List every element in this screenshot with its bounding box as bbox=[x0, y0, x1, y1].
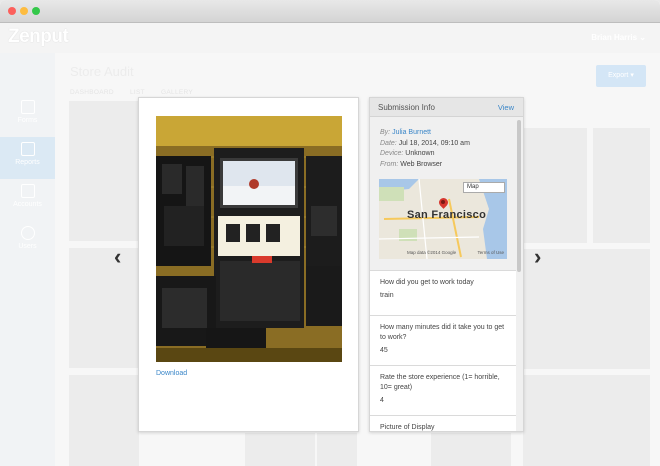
download-link[interactable]: Download bbox=[156, 370, 187, 377]
info-title: Submission Info bbox=[378, 103, 435, 112]
map-attribution: Map data ©2014 Google bbox=[407, 250, 457, 255]
gallery-thumbnail[interactable] bbox=[317, 433, 357, 466]
zoom-window-button[interactable] bbox=[32, 7, 40, 15]
by-label: By: bbox=[380, 129, 391, 136]
from-label: From: bbox=[380, 160, 399, 168]
sidebar-item-reports[interactable]: Reports bbox=[0, 137, 55, 179]
sidebar-item-accounts[interactable]: Accounts bbox=[0, 179, 55, 221]
gallery-thumbnail[interactable] bbox=[523, 128, 587, 243]
sidebar-item-label: Users bbox=[18, 243, 37, 250]
question-item: Picture of Display bbox=[370, 415, 516, 431]
map-terms-link[interactable]: Terms of Use bbox=[477, 250, 504, 255]
submission-meta: By: Julia Burnett Date: Jul 18, 2014, 09… bbox=[380, 128, 470, 170]
gallery-thumbnail[interactable] bbox=[245, 433, 315, 466]
photo-panel: Download bbox=[138, 97, 359, 432]
previous-arrow-icon[interactable]: ‹ bbox=[114, 244, 121, 270]
info-scrollbar[interactable] bbox=[517, 120, 521, 272]
location-map[interactable]: Map San Francisco Map data ©2014 Google … bbox=[379, 179, 507, 259]
date-label: Date: bbox=[380, 139, 397, 147]
sidebar-item-label: Reports bbox=[15, 159, 40, 166]
tab-dashboard[interactable]: DASHBOARD bbox=[70, 89, 114, 96]
tab-gallery[interactable]: GALLERY bbox=[161, 89, 193, 96]
view-tabs: DASHBOARD LIST GALLERY bbox=[70, 89, 207, 96]
app-header bbox=[0, 23, 660, 53]
accounts-icon bbox=[20, 184, 35, 198]
device-label: Device: bbox=[380, 150, 404, 157]
answer-text: 4 bbox=[380, 397, 384, 404]
question-text: How did you get to work today bbox=[380, 279, 474, 286]
sidebar-item-label: Accounts bbox=[13, 201, 42, 208]
gallery-thumbnail[interactable] bbox=[431, 433, 511, 466]
question-text: Picture of Display bbox=[380, 424, 435, 431]
gallery-thumbnail[interactable] bbox=[523, 375, 650, 466]
logo[interactable]: Zenput bbox=[0, 23, 70, 53]
answer-text: 45 bbox=[380, 347, 388, 354]
info-header: Submission Info View bbox=[370, 98, 523, 117]
device-value: Unknown bbox=[405, 150, 435, 157]
users-icon bbox=[20, 226, 35, 240]
sidebar-item-label: Forms bbox=[17, 117, 38, 124]
question-item: How did you get to work today train bbox=[370, 270, 516, 315]
title-bar bbox=[0, 0, 660, 23]
page-title: Store Audit bbox=[70, 64, 134, 79]
from-value: Web Browser bbox=[400, 160, 443, 168]
question-text: Rate the store experience (1= horrible, … bbox=[380, 374, 500, 391]
map-pin-dot bbox=[441, 200, 445, 204]
minimize-window-button[interactable] bbox=[20, 7, 28, 15]
export-button[interactable]: Export ▾ bbox=[596, 65, 646, 87]
submission-photo bbox=[156, 116, 342, 362]
sidebar-item-forms[interactable]: Forms bbox=[0, 95, 55, 137]
gallery-thumbnail[interactable] bbox=[69, 248, 139, 368]
gallery-thumbnail[interactable] bbox=[523, 249, 650, 369]
logo-text: Zenput bbox=[8, 26, 69, 47]
gallery-thumbnail[interactable] bbox=[593, 128, 650, 243]
view-link[interactable]: View bbox=[498, 103, 514, 112]
reports-icon bbox=[20, 142, 35, 156]
next-arrow-icon[interactable]: › bbox=[534, 244, 541, 270]
map-city-label: San Francisco bbox=[407, 209, 487, 221]
question-text: How many minutes did it take you to get … bbox=[380, 324, 505, 341]
date-value: Jul 18, 2014, 09:10 am bbox=[398, 139, 470, 147]
submission-info-panel: Submission Info View By: Julia Burnett D… bbox=[369, 97, 524, 432]
answer-text: train bbox=[380, 292, 394, 299]
forms-icon bbox=[20, 100, 35, 114]
sidebar: Forms Reports Accounts Users bbox=[0, 53, 55, 466]
user-menu[interactable]: Brian Harris ⌄ bbox=[591, 33, 646, 42]
gopro-display-image bbox=[156, 116, 342, 362]
close-window-button[interactable] bbox=[8, 7, 16, 15]
gallery-thumbnail[interactable] bbox=[69, 375, 139, 466]
question-item: Rate the store experience (1= horrible, … bbox=[370, 365, 516, 415]
map-type-select[interactable]: Map bbox=[463, 182, 505, 193]
tab-list[interactable]: LIST bbox=[130, 89, 145, 96]
app-window: Zenput Brian Harris ⌄ Forms Reports Acco… bbox=[0, 0, 660, 466]
sidebar-item-users[interactable]: Users bbox=[0, 221, 55, 263]
submitter-link[interactable]: Julia Burnett bbox=[392, 129, 431, 136]
gallery-thumbnail[interactable] bbox=[69, 101, 139, 241]
question-item: How many minutes did it take you to get … bbox=[370, 315, 516, 365]
